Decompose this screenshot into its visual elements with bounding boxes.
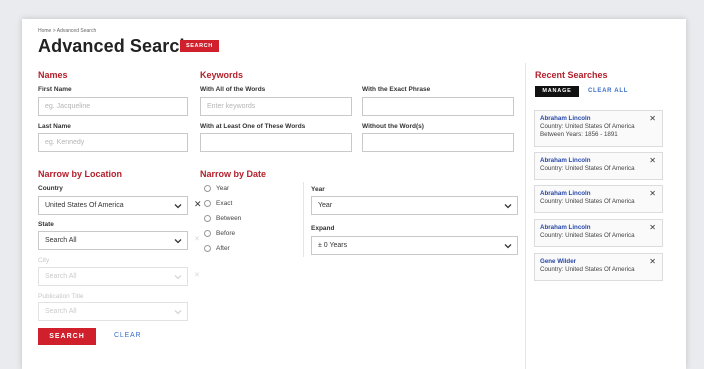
remove-search-close-icon[interactable]: ✕ [649, 114, 656, 123]
publication-value: Search All [45, 308, 77, 315]
last-name-input[interactable]: eg. Kennedy [38, 133, 188, 152]
chevron-down-icon [174, 237, 182, 245]
chevron-down-icon [174, 202, 182, 210]
city-select[interactable]: Search All [38, 267, 188, 286]
date-option-after[interactable]: After [204, 245, 230, 252]
recent-search-item[interactable]: Abraham Lincoln Country: United States O… [534, 219, 663, 247]
one-of-words-input[interactable] [200, 133, 352, 152]
expand-value: ± 0 Years [318, 242, 348, 249]
expand-label: Expand [311, 225, 335, 232]
year-value: Year [318, 202, 333, 209]
recent-search-name[interactable]: Gene Wilder [540, 258, 657, 266]
remove-search-close-icon[interactable]: ✕ [649, 257, 656, 266]
names-section-title: Names [38, 70, 68, 80]
clear-city-close-icon[interactable]: ✕ [194, 271, 200, 279]
publication-select[interactable]: Search All [38, 302, 188, 321]
date-option-label: Year [216, 185, 230, 192]
last-name-label: Last Name [38, 123, 71, 130]
publication-label: Publication Title [38, 293, 84, 300]
city-label: City [38, 257, 50, 264]
country-value: United States Of America [45, 202, 124, 209]
column-divider [525, 63, 526, 369]
breadcrumb[interactable]: Home > Advanced Search [38, 28, 96, 34]
first-name-input[interactable]: eg. Jacqueline [38, 97, 188, 116]
state-value: Search All [45, 237, 77, 244]
date-option-label: Exact [216, 200, 233, 207]
advanced-search-panel: Home > Advanced Search Advanced Search S… [22, 19, 686, 369]
state-select[interactable]: Search All [38, 231, 188, 250]
date-divider [303, 182, 304, 257]
radio-icon [204, 245, 211, 252]
radio-icon [204, 200, 211, 207]
date-option-label: Between [216, 215, 242, 222]
year-label: Year [311, 186, 325, 193]
date-option-before[interactable]: Before [204, 230, 235, 237]
country-select[interactable]: United States Of America [38, 196, 188, 215]
date-option-between[interactable]: Between [204, 215, 241, 222]
clear-all-button[interactable]: CLEAR ALL [588, 88, 628, 94]
recent-search-country: Country: United States Of America [540, 232, 635, 239]
country-label: Country [38, 185, 63, 192]
recent-search-name[interactable]: Abraham Lincoln [540, 190, 657, 198]
city-value: Search All [45, 273, 77, 280]
recent-search-item[interactable]: Abraham Lincoln Country: United States O… [534, 185, 663, 213]
date-option-label: After [216, 245, 230, 252]
location-section-title: Narrow by Location [38, 169, 123, 179]
recent-search-item[interactable]: Abraham Lincoln Country: United States O… [534, 110, 663, 147]
recent-search-name[interactable]: Abraham Lincoln [540, 157, 657, 165]
radio-icon [204, 215, 211, 222]
recent-search-country: Country: United States Of America [540, 266, 635, 273]
recent-search-years: Between Years: 1856 - 1891 [540, 131, 618, 138]
manage-button[interactable]: MANAGE [535, 86, 579, 97]
recent-search-country: Country: United States Of America [540, 123, 635, 130]
recent-search-item[interactable]: Abraham Lincoln Country: United States O… [534, 152, 663, 180]
one-of-words-label: With at Least One of These Words [200, 123, 306, 130]
without-words-label: Without the Word(s) [362, 123, 424, 130]
date-option-label: Before [216, 230, 236, 237]
expand-select[interactable]: ± 0 Years [311, 236, 518, 255]
keywords-section-title: Keywords [200, 70, 244, 80]
recent-search-item[interactable]: Gene Wilder Country: United States Of Am… [534, 253, 663, 281]
recent-search-name[interactable]: Abraham Lincoln [540, 224, 657, 232]
date-section-title: Narrow by Date [200, 169, 267, 179]
first-name-label: First Name [38, 86, 72, 93]
recent-searches-title: Recent Searches [535, 70, 608, 80]
clear-state-close-icon[interactable]: ✕ [194, 235, 200, 243]
radio-icon [204, 185, 211, 192]
clear-button[interactable]: CLEAR [114, 332, 141, 339]
recent-search-name[interactable]: Abraham Lincoln [540, 115, 657, 123]
exact-phrase-input[interactable] [362, 97, 514, 116]
all-words-input[interactable]: Enter keywords [200, 97, 352, 116]
remove-search-close-icon[interactable]: ✕ [649, 189, 656, 198]
page-title: Advanced Search [38, 36, 191, 56]
without-words-input[interactable] [362, 133, 514, 152]
clear-country-close-icon[interactable]: ✕ [194, 199, 202, 210]
all-words-label: With All of the Words [200, 86, 266, 93]
recent-search-country: Country: United States Of America [540, 198, 635, 205]
remove-search-close-icon[interactable]: ✕ [649, 223, 656, 232]
chevron-down-icon [504, 202, 512, 210]
chevron-down-icon [174, 273, 182, 281]
title-search-button[interactable]: SEARCH [180, 40, 219, 52]
remove-search-close-icon[interactable]: ✕ [649, 156, 656, 165]
state-label: State [38, 221, 54, 228]
date-option-year[interactable]: Year [204, 185, 229, 192]
year-select[interactable]: Year [311, 196, 518, 215]
chevron-down-icon [174, 308, 182, 316]
exact-phrase-label: With the Exact Phrase [362, 86, 431, 93]
date-option-exact[interactable]: Exact [204, 200, 232, 207]
recent-search-country: Country: United States Of America [540, 165, 635, 172]
chevron-down-icon [504, 242, 512, 250]
search-button[interactable]: SEARCH [38, 328, 96, 345]
radio-icon [204, 230, 211, 237]
